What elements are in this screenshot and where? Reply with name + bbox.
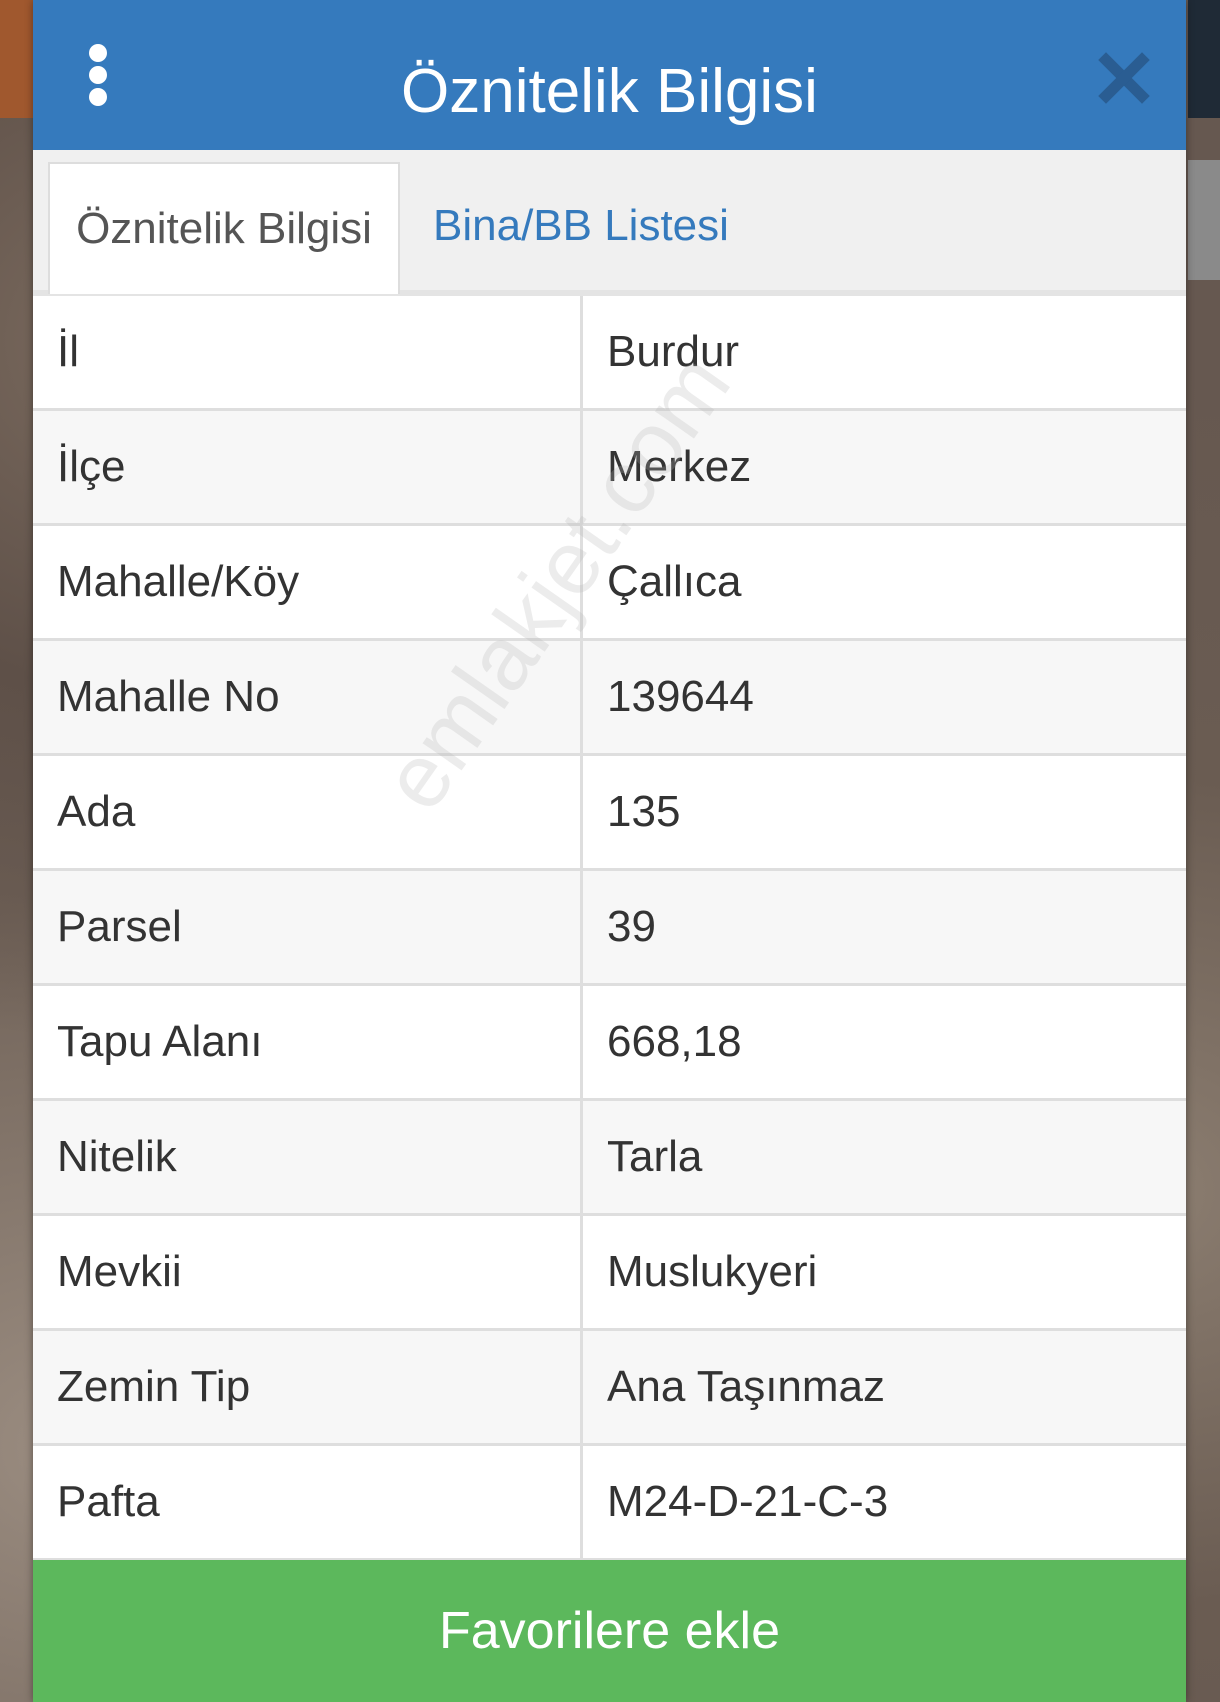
tab-bar: Öznitelik Bilgisi Bina/BB Listesi	[33, 150, 1186, 296]
attribute-table: İl Burdur İlçe Merkez Mahalle/Köy Çallıc…	[33, 296, 1186, 1561]
attribute-value: M24-D-21-C-3	[580, 1443, 1186, 1561]
attribute-value: 39	[580, 868, 1186, 986]
attribute-key: Mevkii	[33, 1213, 583, 1331]
attribute-value: 139644	[580, 638, 1186, 756]
attribute-key: Tapu Alanı	[33, 983, 583, 1101]
attribute-dialog: Öznitelik Bilgisi Öznitelik Bilgisi Bina…	[33, 0, 1186, 1702]
background-panel-fragment	[1188, 160, 1220, 280]
attribute-value: 668,18	[580, 983, 1186, 1101]
table-row: Zemin Tip Ana Taşınmaz	[33, 1328, 1186, 1446]
table-row: Ada 135	[33, 753, 1186, 871]
table-row: Mahalle/Köy Çallıca	[33, 523, 1186, 641]
attribute-value: Ana Taşınmaz	[580, 1328, 1186, 1446]
table-row: Mevkii Muslukyeri	[33, 1213, 1186, 1331]
background-toolbar-fragment	[1188, 0, 1220, 118]
table-row: İlçe Merkez	[33, 408, 1186, 526]
table-row: Tapu Alanı 668,18	[33, 983, 1186, 1101]
add-to-favorites-button[interactable]: Favorilere ekle	[33, 1560, 1186, 1702]
table-row: Mahalle No 139644	[33, 638, 1186, 756]
attribute-key: İl	[33, 296, 583, 411]
dialog-header: Öznitelik Bilgisi	[33, 0, 1186, 150]
attribute-value: Merkez	[580, 408, 1186, 526]
attribute-value: Muslukyeri	[580, 1213, 1186, 1331]
tab-building-list[interactable]: Bina/BB Listesi	[433, 162, 729, 290]
table-row: İl Burdur	[33, 296, 1186, 411]
attribute-key: İlçe	[33, 408, 583, 526]
dialog-title-wrap: Öznitelik Bilgisi	[33, 0, 1186, 150]
table-row: Parsel 39	[33, 868, 1186, 986]
attribute-key: Pafta	[33, 1443, 583, 1561]
attribute-key: Mahalle No	[33, 638, 583, 756]
attribute-key: Zemin Tip	[33, 1328, 583, 1446]
dialog-title: Öznitelik Bilgisi	[401, 57, 818, 126]
attribute-key: Mahalle/Köy	[33, 523, 583, 641]
attribute-value: 135	[580, 753, 1186, 871]
attribute-value: Çallıca	[580, 523, 1186, 641]
attribute-key: Nitelik	[33, 1098, 583, 1216]
tab-attribute-info[interactable]: Öznitelik Bilgisi	[48, 162, 400, 294]
table-row: Pafta M24-D-21-C-3	[33, 1443, 1186, 1561]
table-row: Nitelik Tarla	[33, 1098, 1186, 1216]
attribute-value: Burdur	[580, 296, 1186, 411]
attribute-value: Tarla	[580, 1098, 1186, 1216]
close-icon[interactable]	[1098, 52, 1150, 104]
attribute-key: Parsel	[33, 868, 583, 986]
attribute-key: Ada	[33, 753, 583, 871]
